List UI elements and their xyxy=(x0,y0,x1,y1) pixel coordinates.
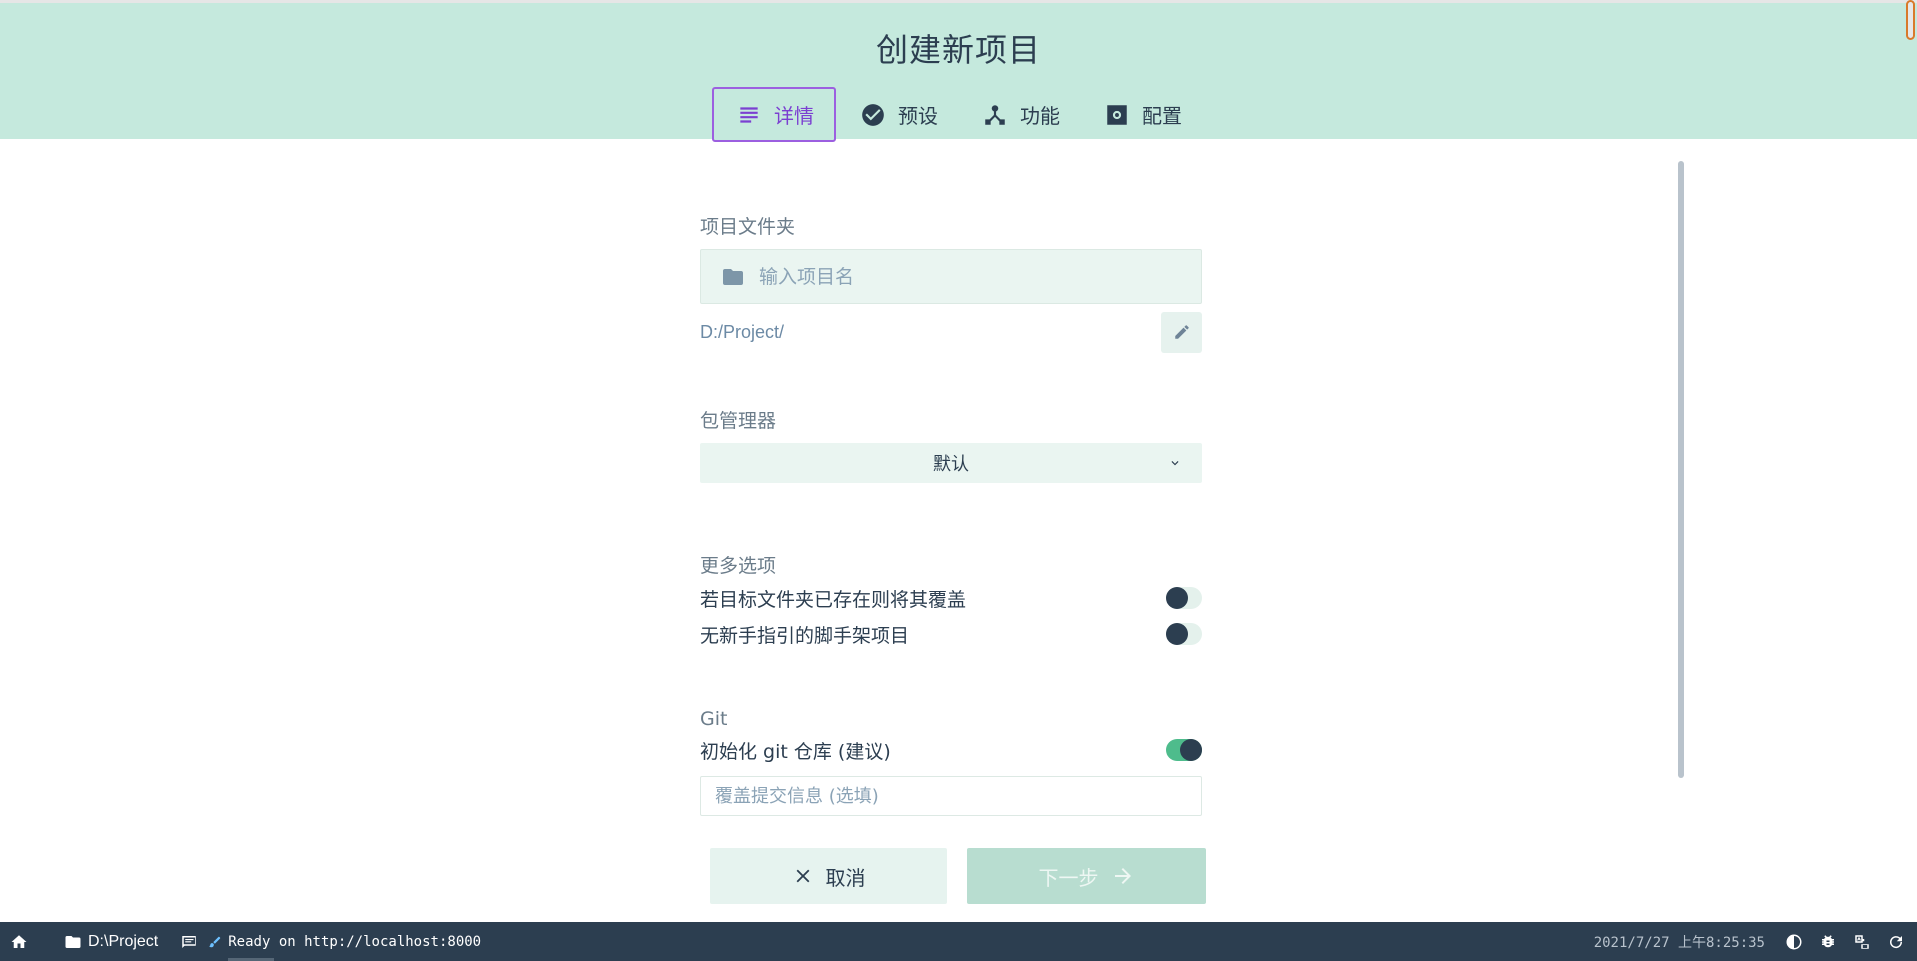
log-item: Ready on http://localhost:8000 xyxy=(208,934,481,950)
option-label: 若目标文件夹已存在则将其覆盖 xyxy=(700,588,967,611)
tab-label: 功能 xyxy=(1020,104,1060,128)
settings-icon xyxy=(1107,104,1127,125)
chevron-down-icon xyxy=(1171,461,1179,466)
toggle-knob xyxy=(1180,739,1202,761)
package-manager-value: 默认 xyxy=(933,454,969,475)
tab-config[interactable]: 配置 xyxy=(1082,87,1202,142)
bare-scaffold-toggle[interactable] xyxy=(1166,623,1202,645)
log-message: Ready on http://localhost:8000 xyxy=(228,933,482,950)
clock: 2021/7/27 上午8:25:35 xyxy=(1593,934,1765,951)
project-name-input[interactable] xyxy=(759,265,1159,288)
git-init-toggle[interactable] xyxy=(1166,739,1202,761)
home-icon xyxy=(11,934,27,948)
pencil-icon xyxy=(1174,325,1189,339)
tab-presets[interactable]: 预设 xyxy=(838,87,958,142)
package-manager-select[interactable]: 默认 xyxy=(700,443,1202,483)
page-title: 创建新项目 xyxy=(875,31,1041,69)
translate-button[interactable] xyxy=(1845,922,1879,961)
more-options-label: 更多选项 xyxy=(700,555,777,577)
window-scrollbar-thumb[interactable] xyxy=(1906,0,1915,40)
subject-icon xyxy=(740,106,758,123)
bug-icon xyxy=(1822,934,1834,947)
project-folder-button[interactable]: D:\Project xyxy=(36,922,166,961)
folder-icon xyxy=(65,935,81,948)
tab-details[interactable]: 详情 xyxy=(712,87,836,142)
option-label: 无新手指引的脚手架项目 xyxy=(700,624,910,647)
tab-label: 预设 xyxy=(898,104,938,128)
paint-brush-icon xyxy=(209,936,221,947)
commit-message-field[interactable] xyxy=(700,776,1202,816)
dark-mode-button[interactable] xyxy=(1777,922,1811,961)
message-icon xyxy=(182,935,196,948)
status-bar: D:\Project Ready on http://localhost:800… xyxy=(0,922,1917,961)
refresh-icon xyxy=(1890,935,1903,948)
home-button[interactable] xyxy=(0,922,36,961)
check-circle-icon xyxy=(862,103,884,126)
refresh-button[interactable] xyxy=(1879,922,1917,961)
header: 创建新项目 详情 预设 功能 配置 xyxy=(0,0,1917,142)
form-actions: 取消 下一步 xyxy=(710,848,1206,904)
commit-message-input[interactable] xyxy=(715,785,1185,807)
report-bug-button[interactable] xyxy=(1811,922,1845,961)
project-path: D:/Project/ xyxy=(700,321,785,342)
folder-section-label: 项目文件夹 xyxy=(700,216,796,238)
project-name-field[interactable] xyxy=(700,249,1202,304)
tab-label: 详情 xyxy=(774,104,814,128)
overwrite-toggle[interactable] xyxy=(1166,587,1202,609)
device-hub-icon xyxy=(985,104,1005,125)
toggle-knob xyxy=(1166,587,1188,609)
edit-path-button[interactable] xyxy=(1161,311,1202,353)
option-row-git-init: 初始化 git 仓库 (建议) xyxy=(700,732,1202,768)
toggle-knob xyxy=(1166,623,1188,645)
folder-icon xyxy=(723,268,743,285)
project-form: 项目文件夹 D:/Project/ 包管理器 默认 更多选项 若目标文件夹已存在… xyxy=(700,200,1202,816)
content-scrollbar[interactable] xyxy=(1678,161,1684,778)
option-row-bare: 无新手指引的脚手架项目 xyxy=(700,616,1202,652)
console-log-button[interactable]: Ready on http://localhost:8000 xyxy=(166,922,489,961)
arrow-right-icon xyxy=(1114,868,1131,884)
next-label: 下一步 xyxy=(1038,865,1099,890)
tab-features[interactable]: 功能 xyxy=(960,87,1080,142)
status-bar-right: 2021/7/27 上午8:25:35 xyxy=(1594,922,1917,961)
next-button[interactable]: 下一步 xyxy=(967,848,1206,904)
cancel-label: 取消 xyxy=(825,865,866,890)
current-folder: D:\Project xyxy=(88,932,159,950)
tab-label: 配置 xyxy=(1142,104,1182,128)
translate-icon xyxy=(1855,934,1869,949)
tabs: 详情 预设 功能 配置 xyxy=(712,87,1204,142)
option-label: 初始化 git 仓库 (建议) xyxy=(700,740,891,763)
git-section-label: Git xyxy=(700,708,728,730)
path-row: D:/Project/ xyxy=(700,311,1202,353)
window-scrollbar[interactable] xyxy=(1905,0,1917,45)
option-row-overwrite: 若目标文件夹已存在则将其覆盖 xyxy=(700,580,1202,616)
contrast-icon xyxy=(1786,934,1802,949)
cancel-button[interactable]: 取消 xyxy=(710,848,947,904)
close-icon xyxy=(796,869,809,883)
package-manager-label: 包管理器 xyxy=(700,410,777,432)
